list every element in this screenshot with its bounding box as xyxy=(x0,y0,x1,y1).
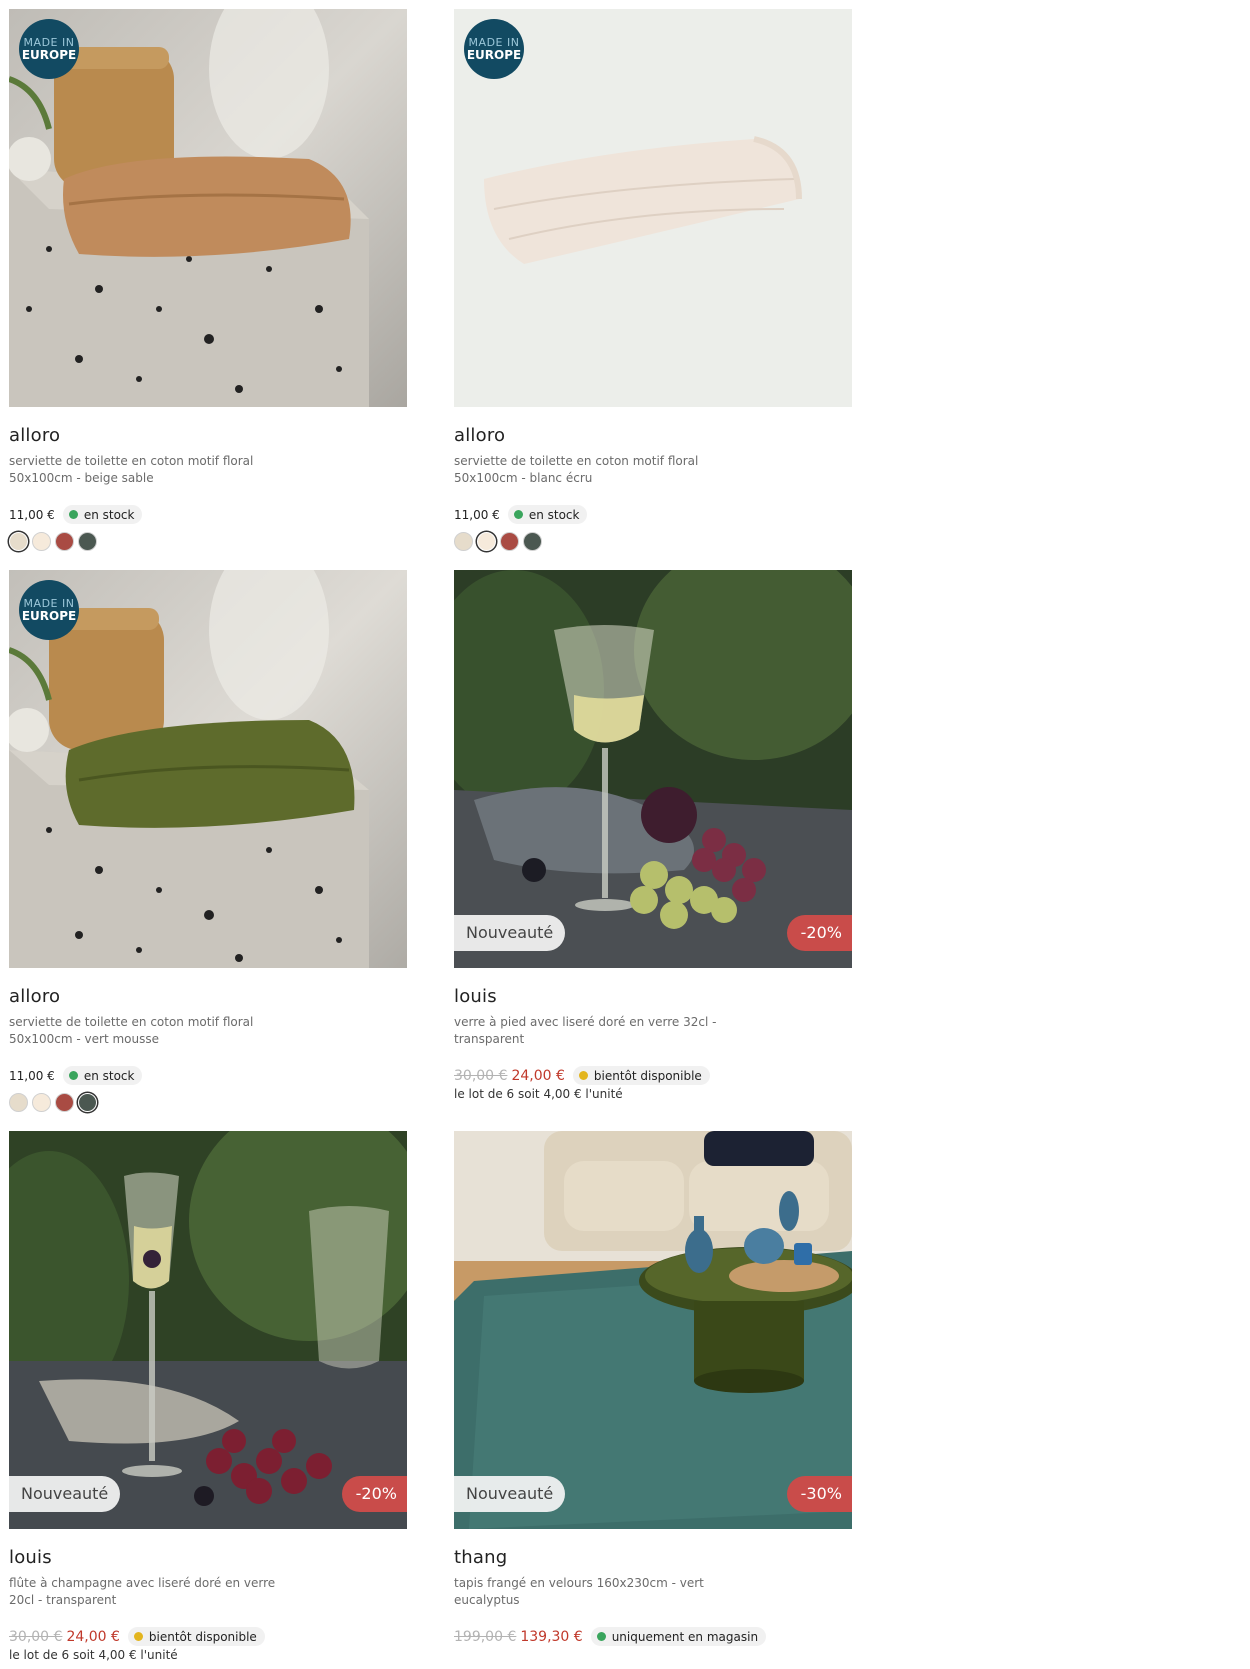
product-image[interactable]: MADE IN EUROPE xyxy=(454,9,852,407)
product-price: 11,00 € xyxy=(454,507,500,522)
stock-label: en stock xyxy=(83,1068,135,1083)
stock-dot-icon xyxy=(578,1071,588,1080)
product-card[interactable]: MADE IN EUROPE alloro serviette de toile… xyxy=(9,570,407,1112)
sale-price: 139,30 € xyxy=(520,1628,583,1645)
product-card[interactable]: Nouveauté -20% louis flûte à champagne a… xyxy=(9,1131,407,1662)
original-price: 199,00 € xyxy=(454,1628,517,1645)
product-image[interactable]: Nouveauté -30% xyxy=(454,1131,852,1529)
swatch-ecru[interactable] xyxy=(477,532,496,551)
product-card[interactable]: Nouveauté -20% louis verre à pied avec l… xyxy=(454,570,852,1101)
product-image[interactable]: MADE IN EUROPE xyxy=(9,9,407,407)
sale-price: 24,00 € xyxy=(511,1067,565,1084)
stock-badge: bientôt disponible xyxy=(572,1066,710,1085)
swatch-terracotta[interactable] xyxy=(55,1093,74,1112)
unit-price-note: le lot de 6 soit 4,00 € l'unité xyxy=(9,1648,178,1662)
swatch-green[interactable] xyxy=(523,532,542,551)
product-card[interactable]: MADE IN EUROPE alloro serviette de toile… xyxy=(9,9,407,551)
price-row: 11,00 € en stock xyxy=(9,505,143,524)
stock-badge: bientôt disponible xyxy=(127,1627,265,1646)
stock-label: bientôt disponible xyxy=(593,1068,702,1083)
stock-label: bientôt disponible xyxy=(148,1629,257,1644)
color-swatches xyxy=(454,532,542,551)
velvet-rug-photo xyxy=(454,1131,852,1529)
wine-glass-photo xyxy=(454,570,852,968)
swatch-green[interactable] xyxy=(78,532,97,551)
product-name[interactable]: thang xyxy=(454,1547,852,1568)
product-description: tapis frangé en velours 160x230cm - vert… xyxy=(454,1576,704,1607)
product-name[interactable]: louis xyxy=(454,986,852,1007)
stock-badge: en stock xyxy=(507,505,588,524)
champagne-flute-photo xyxy=(9,1131,407,1529)
stock-dot-icon xyxy=(133,1632,143,1641)
product-name[interactable]: alloro xyxy=(454,425,852,446)
stock-label: en stock xyxy=(528,507,580,522)
original-price: 30,00 € xyxy=(9,1628,63,1645)
product-name[interactable]: louis xyxy=(9,1547,407,1568)
discount-badge: -30% xyxy=(786,1476,852,1512)
discount-badge: -20% xyxy=(341,1476,407,1512)
product-description: serviette de toilette en coton motif flo… xyxy=(9,454,254,485)
stock-label: en stock xyxy=(83,507,135,522)
product-image[interactable]: Nouveauté -20% xyxy=(454,570,852,968)
new-badge: Nouveauté xyxy=(9,1476,121,1512)
product-card[interactable]: Nouveauté -30% thang tapis frangé en vel… xyxy=(454,1131,852,1646)
new-badge: Nouveauté xyxy=(454,1476,566,1512)
swatch-ecru[interactable] xyxy=(32,1093,51,1112)
product-price: 11,00 € xyxy=(9,1068,55,1083)
color-swatches xyxy=(9,1093,97,1112)
product-image[interactable]: MADE IN EUROPE xyxy=(9,570,407,968)
sale-price: 24,00 € xyxy=(66,1628,120,1645)
price-row: 11,00 € en stock xyxy=(454,505,588,524)
price-row: 199,00 € 139,30 € uniquement en magasin xyxy=(454,1627,767,1646)
swatch-beige[interactable] xyxy=(454,532,473,551)
color-swatches xyxy=(9,532,97,551)
made-in-europe-badge: MADE IN EUROPE xyxy=(464,19,524,79)
made-in-europe-badge: MADE IN EUROPE xyxy=(19,19,79,79)
stock-badge: en stock xyxy=(62,1066,143,1085)
stock-label: uniquement en magasin xyxy=(611,1629,759,1644)
price-row: 30,00 € 24,00 € bientôt disponible xyxy=(454,1066,710,1085)
original-price: 30,00 € xyxy=(454,1067,508,1084)
product-description: verre à pied avec liseré doré en verre 3… xyxy=(454,1015,717,1046)
stock-dot-icon xyxy=(68,1071,78,1080)
unit-price-note: le lot de 6 soit 4,00 € l'unité xyxy=(454,1087,623,1101)
swatch-beige[interactable] xyxy=(9,1093,28,1112)
swatch-ecru[interactable] xyxy=(32,532,51,551)
made-in-europe-badge: MADE IN EUROPE xyxy=(19,580,79,640)
stock-dot-icon xyxy=(68,510,78,519)
swatch-green[interactable] xyxy=(78,1093,97,1112)
price-row: 11,00 € en stock xyxy=(9,1066,143,1085)
product-description: serviette de toilette en coton motif flo… xyxy=(454,454,699,485)
discount-badge: -20% xyxy=(786,915,852,951)
product-name[interactable]: alloro xyxy=(9,986,407,1007)
stock-dot-icon xyxy=(596,1632,606,1641)
product-description: flûte à champagne avec liseré doré en ve… xyxy=(9,1576,276,1607)
stock-badge: en stock xyxy=(62,505,143,524)
stock-dot-icon xyxy=(513,510,523,519)
product-description: serviette de toilette en coton motif flo… xyxy=(9,1015,254,1046)
product-name[interactable]: alloro xyxy=(9,425,407,446)
price-row: 30,00 € 24,00 € bientôt disponible xyxy=(9,1627,265,1646)
swatch-beige[interactable] xyxy=(9,532,28,551)
product-image[interactable]: Nouveauté -20% xyxy=(9,1131,407,1529)
swatch-terracotta[interactable] xyxy=(500,532,519,551)
new-badge: Nouveauté xyxy=(454,915,566,951)
swatch-terracotta[interactable] xyxy=(55,532,74,551)
product-card[interactable]: MADE IN EUROPE alloro serviette de toile… xyxy=(454,9,852,551)
product-price: 11,00 € xyxy=(9,507,55,522)
stock-badge: uniquement en magasin xyxy=(590,1627,767,1646)
